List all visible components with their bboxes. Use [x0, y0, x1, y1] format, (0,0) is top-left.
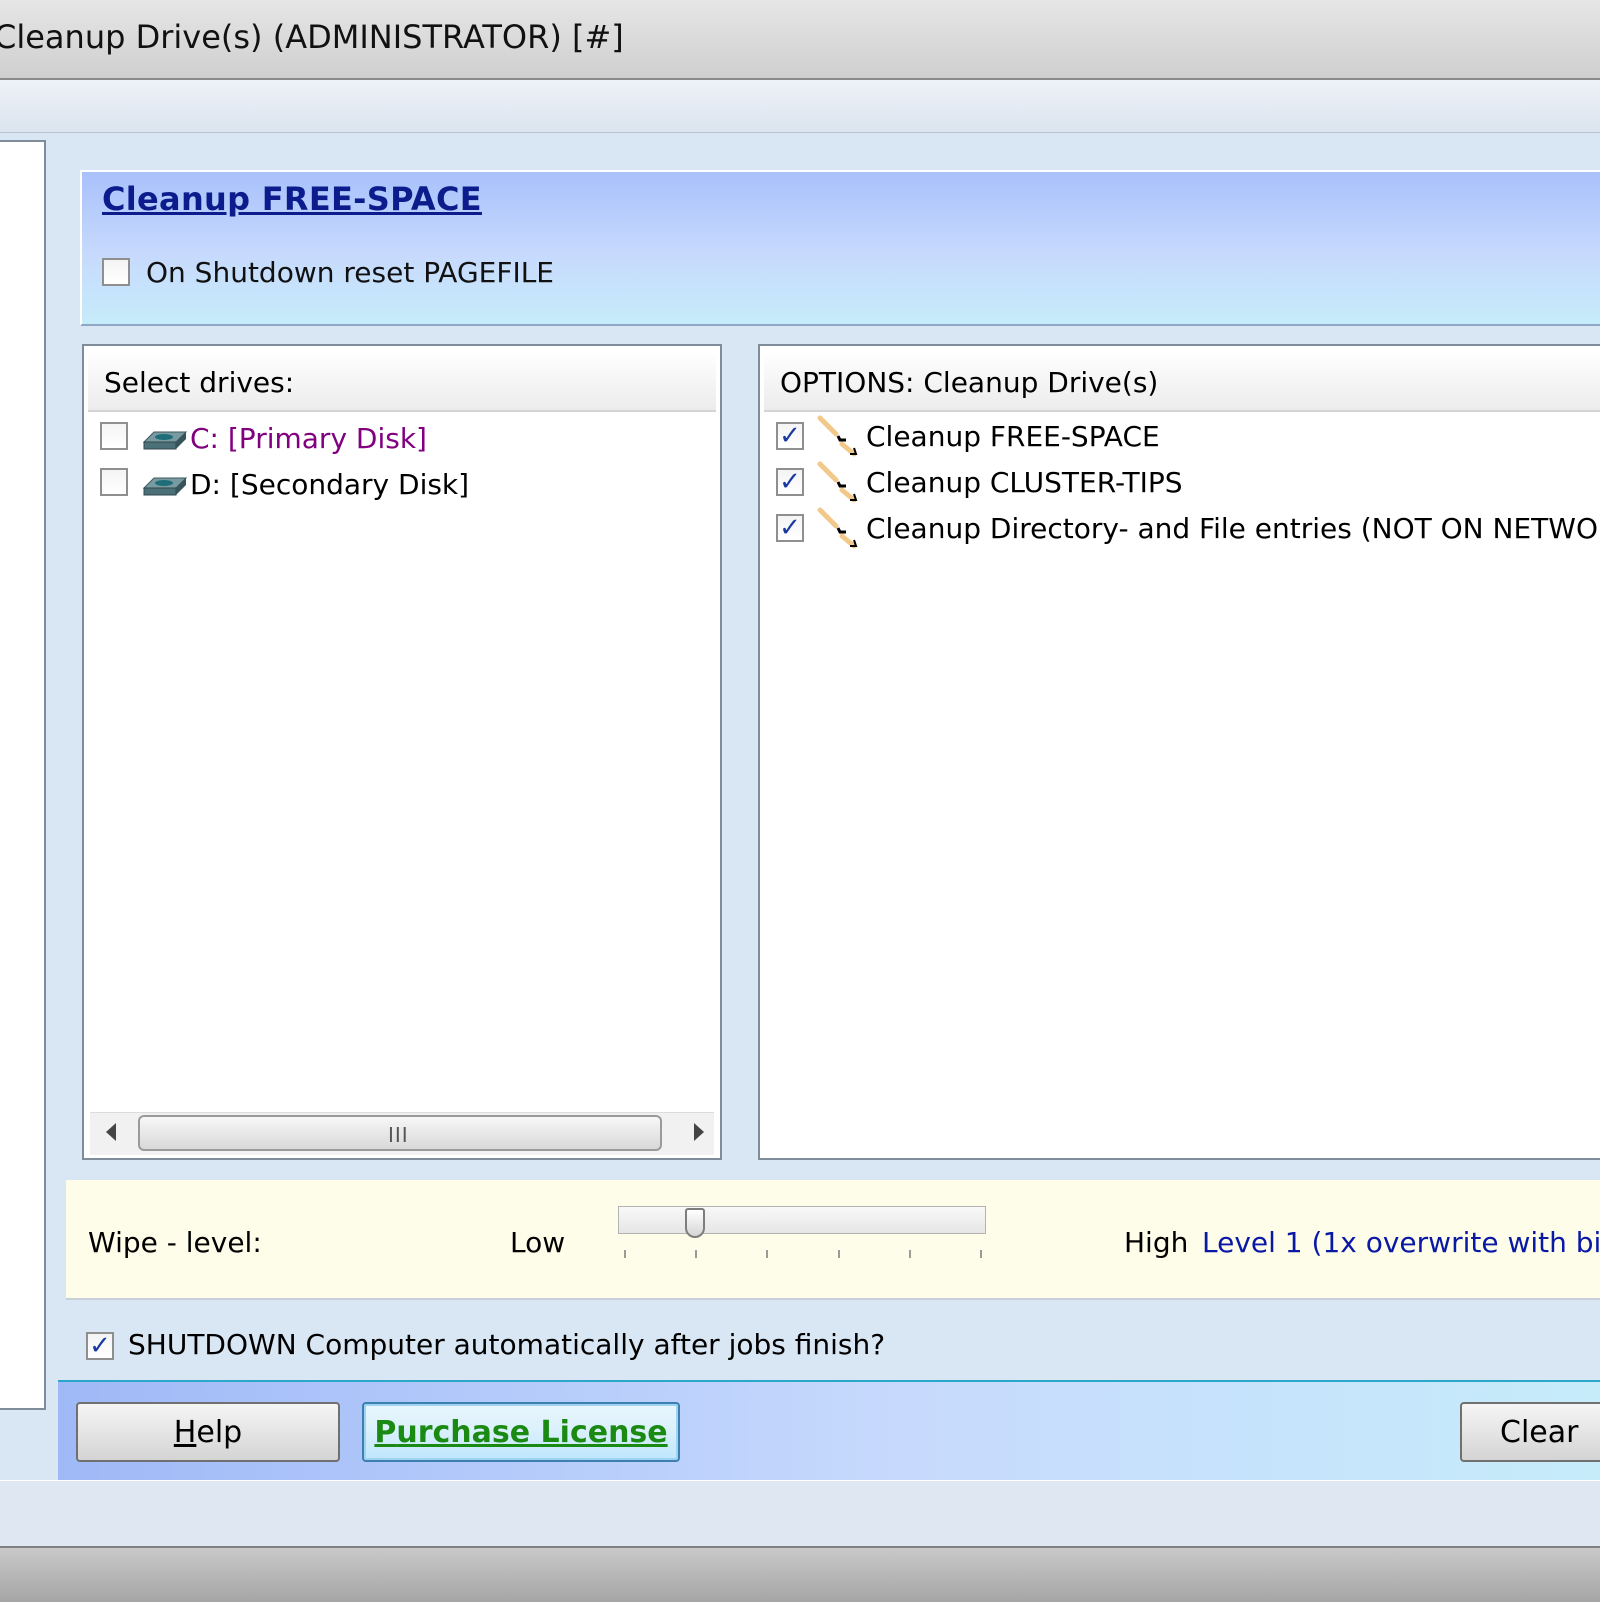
wipe-low-label: Low — [510, 1226, 566, 1259]
drives-list[interactable]: Select drives: C: [Primary Disk] D: [Sec… — [82, 344, 722, 1160]
wipe-level-panel: Wipe - level: Low High Level 1 (1x overw… — [66, 1180, 1600, 1300]
help-button[interactable]: Help — [76, 1402, 340, 1462]
menu-strip — [0, 80, 1600, 133]
option-cluster-tips-label[interactable]: Cleanup CLUSTER-TIPS — [866, 466, 1183, 499]
drive-d-label[interactable]: D: [Secondary Disk] — [190, 468, 469, 501]
wipe-high-label: High — [1124, 1226, 1189, 1259]
options-list-header: OPTIONS: Cleanup Drive(s) — [764, 350, 1600, 412]
wipe-level-description: Level 1 (1x overwrite with bir — [1202, 1226, 1600, 1259]
window-titlebar[interactable]: Cleanup Drive(s) (ADMINISTRATOR) [#] — [0, 0, 1600, 80]
drives-list-header: Select drives: — [88, 350, 716, 412]
header-panel: Cleanup FREE-SPACE On Shutdown reset PAG… — [80, 170, 1600, 326]
broom-icon — [817, 507, 858, 549]
scrollbar-grip: III — [388, 1123, 409, 1147]
shutdown-checkbox[interactable] — [86, 1332, 114, 1360]
left-navigation-pane[interactable] — [0, 140, 46, 1410]
shutdown-label[interactable]: SHUTDOWN Computer automatically after jo… — [128, 1328, 885, 1361]
broom-icon — [817, 461, 858, 503]
slider-tick — [766, 1250, 768, 1258]
slider-tick — [695, 1250, 697, 1258]
pagefile-reset-checkbox[interactable] — [102, 258, 130, 286]
options-header-label: OPTIONS: Cleanup Drive(s) — [780, 366, 1159, 399]
wipe-level-slider-thumb[interactable] — [685, 1208, 706, 1238]
window-bottom-border — [0, 1546, 1600, 1602]
help-button-label: Help — [173, 1414, 243, 1450]
cleanup-button-label: Clear — [1500, 1414, 1579, 1450]
broom-icon — [817, 415, 858, 457]
window-title: Cleanup Drive(s) (ADMINISTRATOR) [#] — [0, 18, 624, 56]
option-free-space-checkbox[interactable] — [776, 422, 804, 450]
drive-c-label[interactable]: C: [Primary Disk] — [190, 422, 427, 455]
purchase-license-button[interactable]: Purchase License — [362, 1402, 680, 1462]
option-free-space-label[interactable]: Cleanup FREE-SPACE — [866, 420, 1160, 453]
hard-drive-icon — [142, 477, 188, 496]
status-bar — [0, 1480, 1600, 1547]
options-list[interactable]: OPTIONS: Cleanup Drive(s) Cleanup FREE-S… — [758, 344, 1600, 1160]
wipe-level-slider[interactable] — [618, 1206, 986, 1234]
slider-tick — [909, 1250, 911, 1258]
option-cluster-tips-checkbox[interactable] — [776, 468, 804, 496]
page-title-link[interactable]: Cleanup FREE-SPACE — [102, 180, 482, 218]
scrollbar-thumb[interactable]: III — [138, 1115, 662, 1151]
scroll-left-icon[interactable] — [106, 1123, 116, 1141]
cleanup-button[interactable]: Clear — [1460, 1402, 1600, 1462]
option-directory-entries-label[interactable]: Cleanup Directory- and File entries (NOT… — [866, 512, 1600, 545]
pagefile-reset-label[interactable]: On Shutdown reset PAGEFILE — [146, 256, 554, 289]
drives-header-label: Select drives: — [104, 366, 295, 399]
wipe-level-label: Wipe - level: — [88, 1226, 262, 1259]
purchase-license-label: Purchase License — [374, 1414, 668, 1450]
drive-c-checkbox[interactable] — [100, 422, 128, 450]
hard-drive-icon — [142, 431, 188, 450]
scroll-right-icon[interactable] — [694, 1123, 704, 1141]
drive-d-checkbox[interactable] — [100, 468, 128, 496]
slider-tick — [980, 1250, 982, 1258]
button-panel: Help Purchase License Clear — [58, 1380, 1600, 1482]
slider-tick — [838, 1250, 840, 1258]
slider-tick — [624, 1250, 626, 1258]
option-directory-entries-checkbox[interactable] — [776, 514, 804, 542]
horizontal-scrollbar[interactable]: III — [90, 1112, 714, 1155]
